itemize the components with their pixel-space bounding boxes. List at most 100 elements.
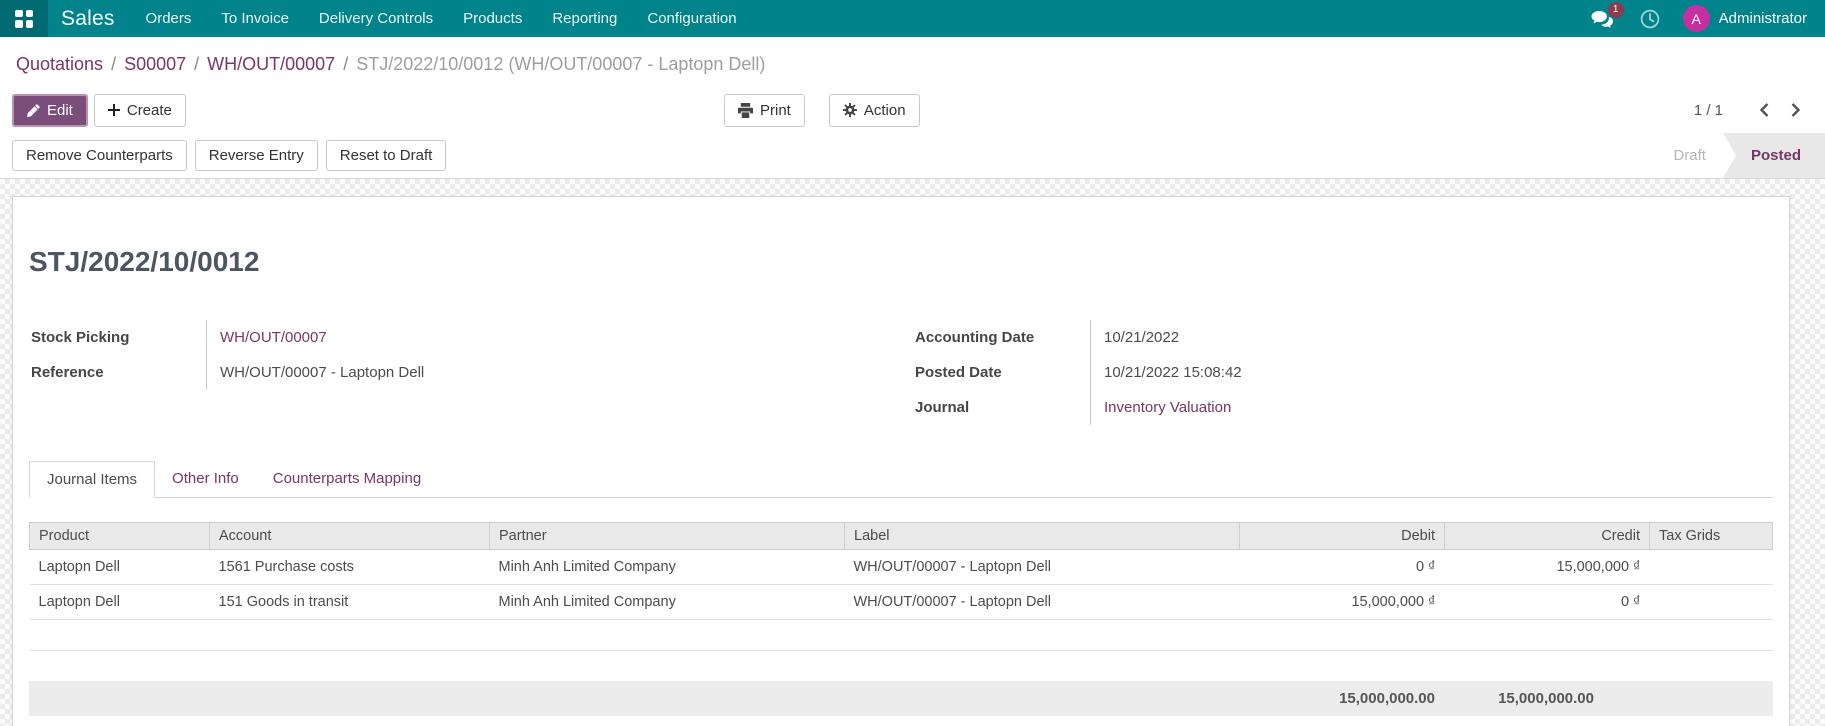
topbar-right: 1 A Administrator — [1578, 0, 1825, 37]
column-header-tax-grids[interactable]: Tax Grids — [1649, 521, 1773, 550]
field-label: Posted Date — [913, 354, 1091, 390]
field-journal: Journal Inventory Valuation — [913, 389, 1773, 425]
pager-previous-button[interactable] — [1749, 98, 1780, 122]
table-empty-row[interactable] — [29, 619, 1773, 651]
page-title: STJ/2022/10/0012 — [29, 246, 260, 277]
breadcrumb-wh-out[interactable]: WH/OUT/00007 — [207, 54, 335, 75]
cell-product: Laptopn Dell — [29, 549, 210, 585]
create-button[interactable]: Create — [93, 93, 186, 127]
pager-next-button[interactable] — [1780, 98, 1811, 122]
column-header-account[interactable]: Account — [209, 521, 490, 550]
action-button[interactable]: Action — [828, 93, 920, 127]
edit-button[interactable]: Edit — [12, 93, 88, 127]
accounting-date-value: 10/21/2022 — [1104, 328, 1180, 346]
stock-picking-link[interactable]: WH/OUT/00007 — [207, 320, 327, 355]
print-button[interactable]: Print — [724, 93, 805, 127]
activities-button[interactable] — [1627, 0, 1673, 37]
breadcrumb-separator: / — [111, 53, 117, 74]
cell-partner: Minh Anh Limited Company — [489, 584, 845, 620]
tab-journal-items[interactable]: Journal Items — [29, 460, 156, 498]
field-reference: Reference WH/OUT/00007 - Laptopn Dell — [29, 354, 889, 390]
journal-link[interactable]: Inventory Valuation — [1091, 390, 1231, 425]
field-label: Accounting Date — [913, 319, 1091, 355]
pager-count: 1 / 1 — [1693, 101, 1723, 119]
cell-credit: 15,000,000 ₫ — [1444, 549, 1650, 585]
odoo-window: Sales Orders To Invoice Delivery Control… — [0, 0, 1825, 726]
action-button-label: Action — [863, 101, 906, 119]
cell-tax-grids — [1649, 549, 1773, 585]
form-view-background: STJ/2022/10/0012 Stock Picking WH/OUT/00… — [0, 179, 1825, 726]
field-accounting-date: Accounting Date 10/21/2022 — [913, 319, 1773, 355]
form-sheet: STJ/2022/10/0012 Stock Picking WH/OUT/00… — [12, 196, 1790, 726]
column-header-debit[interactable]: Debit — [1239, 521, 1445, 550]
field-label: Stock Picking — [29, 319, 207, 355]
form-statusbar-row: Remove Counterparts Reverse Entry Reset … — [0, 133, 1825, 179]
messages-count-badge: 1 — [1607, 2, 1624, 18]
topnav-item-orders[interactable]: Orders — [131, 0, 207, 37]
cell-credit: 0 ₫ — [1444, 584, 1650, 620]
cell-account: 151 Goods in transit — [209, 584, 490, 620]
cell-label: WH/OUT/00007 - Laptopn Dell — [844, 584, 1240, 620]
chevron-left-icon — [1759, 103, 1769, 117]
posted-date-value: 10/21/2022 15:08:42 — [1104, 363, 1242, 381]
column-header-product[interactable]: Product — [29, 521, 210, 550]
reverse-entry-button[interactable]: Reverse Entry — [194, 140, 318, 171]
column-header-credit[interactable]: Credit — [1444, 521, 1650, 550]
apps-grid-icon — [15, 9, 33, 28]
printer-icon — [738, 102, 753, 118]
tab-counterparts-mapping[interactable]: Counterparts Mapping — [256, 461, 438, 497]
breadcrumb-quotations[interactable]: Quotations — [16, 54, 103, 75]
empty-cell — [29, 619, 1773, 651]
plus-icon — [107, 104, 120, 116]
apps-menu-button[interactable] — [0, 0, 48, 37]
status-draft[interactable]: Draft — [1656, 133, 1723, 178]
chevron-right-icon — [1791, 103, 1801, 117]
column-header-partner[interactable]: Partner — [489, 521, 845, 550]
field-label: Journal — [913, 389, 1091, 425]
top-menu: Orders To Invoice Delivery Controls Prod… — [131, 0, 752, 37]
field-label: Reference — [29, 354, 207, 390]
user-avatar[interactable]: A — [1682, 5, 1710, 32]
status-posted[interactable]: Posted — [1722, 133, 1825, 178]
breadcrumb-separator: / — [194, 53, 200, 74]
topnav-item-to-invoice[interactable]: To Invoice — [206, 0, 304, 37]
edit-button-label: Edit — [47, 101, 73, 119]
field-group-left: Stock Picking WH/OUT/00007 Reference WH/… — [29, 319, 889, 425]
reference-value: WH/OUT/00007 - Laptopn Dell — [220, 363, 425, 381]
breadcrumb-current: STJ/2022/10/0012 (WH/OUT/00007 - Laptopn… — [356, 53, 766, 74]
create-button-label: Create — [126, 101, 172, 119]
reset-to-draft-button[interactable]: Reset to Draft — [325, 140, 447, 171]
cell-product: Laptopn Dell — [29, 584, 210, 620]
messages-button[interactable]: 1 — [1578, 0, 1627, 37]
topnav-item-configuration[interactable]: Configuration — [632, 0, 751, 37]
cell-debit: 0 ₫ — [1239, 549, 1445, 585]
topnav-item-delivery-controls[interactable]: Delivery Controls — [304, 0, 448, 37]
field-group-right: Accounting Date 10/21/2022 Posted Date 1… — [913, 319, 1773, 425]
field-groups: Stock Picking WH/OUT/00007 Reference WH/… — [29, 319, 1773, 425]
user-name[interactable]: Administrator — [1710, 10, 1813, 27]
cell-partner: Minh Anh Limited Company — [489, 549, 845, 585]
clock-icon — [1640, 9, 1659, 28]
control-panel: Edit Create Print Action 1 / 1 — [0, 87, 1825, 133]
record-action-buttons: Print Action — [724, 93, 920, 127]
table-row[interactable]: Laptopn Dell 151 Goods in transit Minh A… — [29, 584, 1773, 620]
breadcrumb-s00007[interactable]: S00007 — [124, 54, 186, 75]
remove-counterparts-button[interactable]: Remove Counterparts — [12, 140, 187, 171]
print-button-label: Print — [760, 101, 791, 119]
total-credit: 15,000,000.00 — [1444, 680, 1649, 716]
table-header-row: Product Account Partner Label Debit Cred… — [29, 521, 1773, 550]
topnav-item-products[interactable]: Products — [448, 0, 537, 37]
cell-label: WH/OUT/00007 - Laptopn Dell — [844, 549, 1240, 585]
topnav-item-reporting[interactable]: Reporting — [537, 0, 632, 37]
column-header-label[interactable]: Label — [844, 521, 1240, 550]
top-navbar: Sales Orders To Invoice Delivery Control… — [0, 0, 1825, 37]
tab-other-info[interactable]: Other Info — [155, 461, 256, 497]
cell-account: 1561 Purchase costs — [209, 549, 490, 585]
breadcrumb: Quotations / S00007 / WH/OUT/00007 / STJ… — [0, 37, 1825, 87]
breadcrumb-separator: / — [343, 53, 349, 74]
cell-tax-grids — [1649, 584, 1773, 620]
cell-debit: 15,000,000 ₫ — [1239, 584, 1445, 620]
app-name[interactable]: Sales — [48, 7, 131, 31]
journal-items-table: Product Account Partner Label Debit Cred… — [29, 521, 1773, 651]
table-row[interactable]: Laptopn Dell 1561 Purchase costs Minh An… — [29, 549, 1773, 585]
